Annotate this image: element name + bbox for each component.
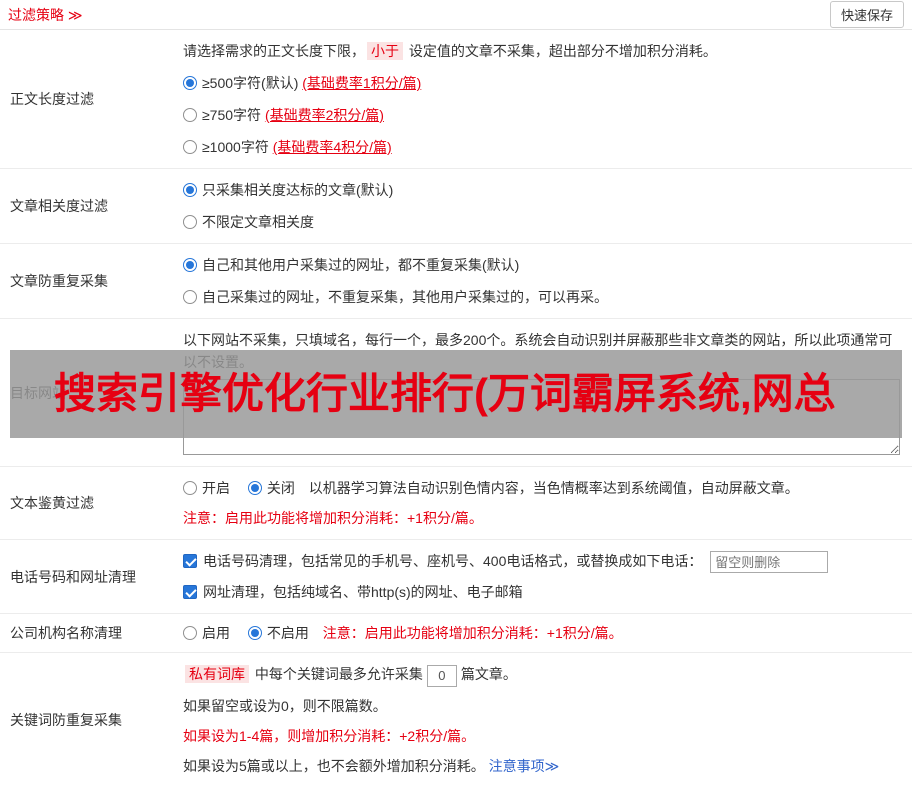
cleanup-content: 电话号码清理，包括常见的手机号、座机号、400电话格式，或替换成如下电话： 网址… — [175, 540, 912, 613]
checkbox-phone-cleanup[interactable]: 电话号码清理，包括常见的手机号、座机号、400电话格式，或替换成如下电话： — [183, 553, 706, 569]
quick-save-button[interactable]: 快速保存 — [829, 1, 904, 28]
body-length-label: 正文长度过滤 — [10, 91, 94, 107]
filter-strategy-page: 过滤策略 ≫ 快速保存 正文长度过滤 请选择需求的正文长度下限， 小于 设定值的文… — [0, 0, 912, 774]
row-company-cleanup: 公司机构名称清理 启用 不启用 注意：启用此功能将增加积分消耗：+1积分/篇。 — [0, 614, 912, 654]
porn-filter-desc: 以机器学习算法自动识别色情内容，当色情概率达到系统阈值，自动屏蔽文章。 — [308, 480, 799, 496]
phone-replacement-input[interactable] — [710, 551, 829, 574]
keyword-line1: 私有词库 中每个关键词最多允许采集 篇文章。 — [183, 663, 900, 687]
dedup-label: 文章防重复采集 — [10, 273, 108, 289]
radio-selected-icon[interactable] — [183, 183, 197, 197]
radio-icon[interactable] — [183, 215, 197, 229]
less-than-highlight: 小于 — [367, 42, 403, 60]
option-text: 关闭 — [266, 480, 295, 496]
checkbox-checked-icon[interactable] — [183, 585, 197, 600]
dedup-content: 自己和其他用户采集过的网址，都不重复采集(默认) 自己采集过的网址，不重复采集，… — [175, 244, 912, 318]
option-text: 电话号码清理，包括常见的手机号、座机号、400电话格式，或替换成如下电话： — [203, 553, 703, 569]
relevance-content: 只采集相关度达标的文章(默认) 不限定文章相关度 — [175, 169, 912, 243]
option-text: 网址清理，包括纯域名、带http(s)的网址、电子邮箱 — [203, 584, 523, 601]
option-text: 不限定文章相关度 — [202, 214, 314, 230]
keyword-content: 私有词库 中每个关键词最多允许采集 篇文章。 如果留空或设为0，则不限篇数。 如果… — [175, 653, 912, 786]
option-text: 只采集相关度达标的文章(默认) — [202, 182, 394, 198]
option-text: 开启 — [202, 480, 230, 496]
keyword-line2: 如果留空或设为0，则不限篇数。 — [183, 697, 387, 714]
private-lexicon-highlight: 私有词库 — [185, 665, 249, 684]
radio-option-1000[interactable]: ≥1000字符 (基础费率4积分/篇) — [183, 136, 900, 158]
page-title[interactable]: 过滤策略 ≫ — [8, 5, 83, 25]
notes-link[interactable]: 注意事项≫ — [489, 758, 560, 774]
keyword-line4: 如果设为5篇或以上，也不会额外增加积分消耗。 注意事项≫ — [183, 755, 900, 777]
topbar: 过滤策略 ≫ 快速保存 — [0, 0, 912, 30]
option-fee-note: (基础费率1积分/篇) — [302, 75, 422, 91]
row-dedup-collection: 文章防重复采集 自己和其他用户采集过的网址，都不重复采集(默认) 自己采集过的网… — [0, 244, 912, 319]
option-text: 不启用 — [266, 625, 309, 642]
radio-icon[interactable] — [183, 108, 197, 122]
porn-filter-content: 开启 关闭 以机器学习算法自动识别色情内容，当色情概率达到系统阈值，自动屏蔽文章… — [175, 467, 912, 539]
radio-icon[interactable] — [183, 481, 197, 495]
porn-filter-note: 注意：启用此功能将增加积分消耗：+1积分/篇。 — [183, 510, 483, 526]
radio-relevance-any[interactable]: 不限定文章相关度 — [183, 211, 900, 233]
option-text: 自己和其他用户采集过的网址，都不重复采集(默认) — [202, 257, 520, 273]
radio-porn-on[interactable]: 开启 — [183, 480, 234, 496]
radio-dedup-self-only[interactable]: 自己采集过的网址，不重复采集，其他用户采集过的，可以再采。 — [183, 286, 900, 308]
radio-icon[interactable] — [183, 140, 197, 154]
radio-company-enable[interactable]: 启用 — [183, 625, 234, 641]
relevance-label: 文章相关度过滤 — [10, 198, 108, 214]
keyword-line1-text: 中每个关键词最多允许采集 — [251, 666, 423, 683]
row-keyword-dedup: 关键词防重复采集 私有词库 中每个关键词最多允许采集 篇文章。 如果留空或设为0，… — [0, 653, 912, 786]
body-length-intro: 请选择需求的正文长度下限， 小于 设定值的文章不采集，超出部分不增加积分消耗。 — [183, 40, 900, 62]
option-fee-note: (基础费率2积分/篇) — [264, 107, 384, 123]
row-body-length-filter: 正文长度过滤 请选择需求的正文长度下限， 小于 设定值的文章不采集，超出部分不增加… — [0, 30, 912, 169]
radio-selected-icon[interactable] — [247, 626, 262, 641]
radio-option-750[interactable]: ≥750字符 (基础费率2积分/篇) — [183, 104, 900, 126]
company-note: 注意：启用此功能将增加积分消耗：+1积分/篇。 — [322, 625, 623, 642]
radio-selected-icon[interactable] — [183, 76, 197, 90]
cleanup-label: 电话号码和网址清理 — [10, 568, 136, 585]
radio-icon[interactable] — [183, 626, 197, 641]
option-text: ≥750字符 — [202, 107, 265, 123]
radio-selected-icon[interactable] — [247, 481, 262, 495]
checkbox-url-cleanup[interactable]: 网址清理，包括纯域名、带http(s)的网址、电子邮箱 — [183, 584, 523, 600]
watermark-banner: 搜索引擎优化行业排行(万词霸屏系统,网总 — [10, 350, 902, 438]
company-content: 启用 不启用 注意：启用此功能将增加积分消耗：+1积分/篇。 — [175, 614, 912, 652]
radio-porn-off[interactable]: 关闭 — [247, 480, 299, 496]
radio-relevance-strict[interactable]: 只采集相关度达标的文章(默认) — [183, 179, 900, 201]
radio-dedup-all-users[interactable]: 自己和其他用户采集过的网址，都不重复采集(默认) — [183, 254, 900, 276]
radio-option-500[interactable]: ≥500字符(默认) (基础费率1积分/篇) — [183, 72, 900, 94]
radio-company-disable[interactable]: 不启用 — [247, 625, 313, 642]
radio-icon[interactable] — [183, 290, 197, 304]
row-relevance-filter: 文章相关度过滤 只采集相关度达标的文章(默认) 不限定文章相关度 — [0, 169, 912, 244]
checkbox-checked-icon[interactable] — [183, 554, 197, 568]
row-porn-filter: 文本鉴黄过滤 开启 关闭 以机器学习算法自动识别色情内容，当色情概率达到系统阈值… — [0, 467, 912, 540]
option-fee-note: (基础费率4积分/篇) — [272, 139, 392, 155]
company-label: 公司机构名称清理 — [10, 625, 122, 642]
porn-filter-label: 文本鉴黄过滤 — [10, 495, 94, 511]
keyword-line3: 如果设为1-4篇，则增加积分消耗：+2积分/篇。 — [183, 727, 476, 744]
intro-text-post: 设定值的文章不采集，超出部分不增加积分消耗。 — [405, 43, 717, 59]
option-text: 自己采集过的网址，不重复采集，其他用户采集过的，可以再采。 — [202, 289, 608, 305]
intro-text-pre: 请选择需求的正文长度下限， — [183, 43, 365, 59]
max-articles-input[interactable] — [426, 664, 457, 687]
body-length-content: 请选择需求的正文长度下限， 小于 设定值的文章不采集，超出部分不增加积分消耗。 ≥… — [175, 30, 912, 168]
option-text: ≥1000字符 — [202, 139, 273, 155]
row-phone-url-cleanup: 电话号码和网址清理 电话号码清理，包括常见的手机号、座机号、400电话格式，或替… — [0, 540, 912, 615]
option-text: ≥500字符(默认) — [202, 75, 303, 91]
radio-selected-icon[interactable] — [183, 258, 197, 272]
option-text: 启用 — [202, 625, 230, 642]
keyword-label: 关键词防重复采集 — [10, 711, 122, 728]
keyword-line1-post: 篇文章。 — [460, 666, 517, 683]
keyword-line4-text: 如果设为5篇或以上，也不会额外增加积分消耗。 — [183, 757, 485, 774]
